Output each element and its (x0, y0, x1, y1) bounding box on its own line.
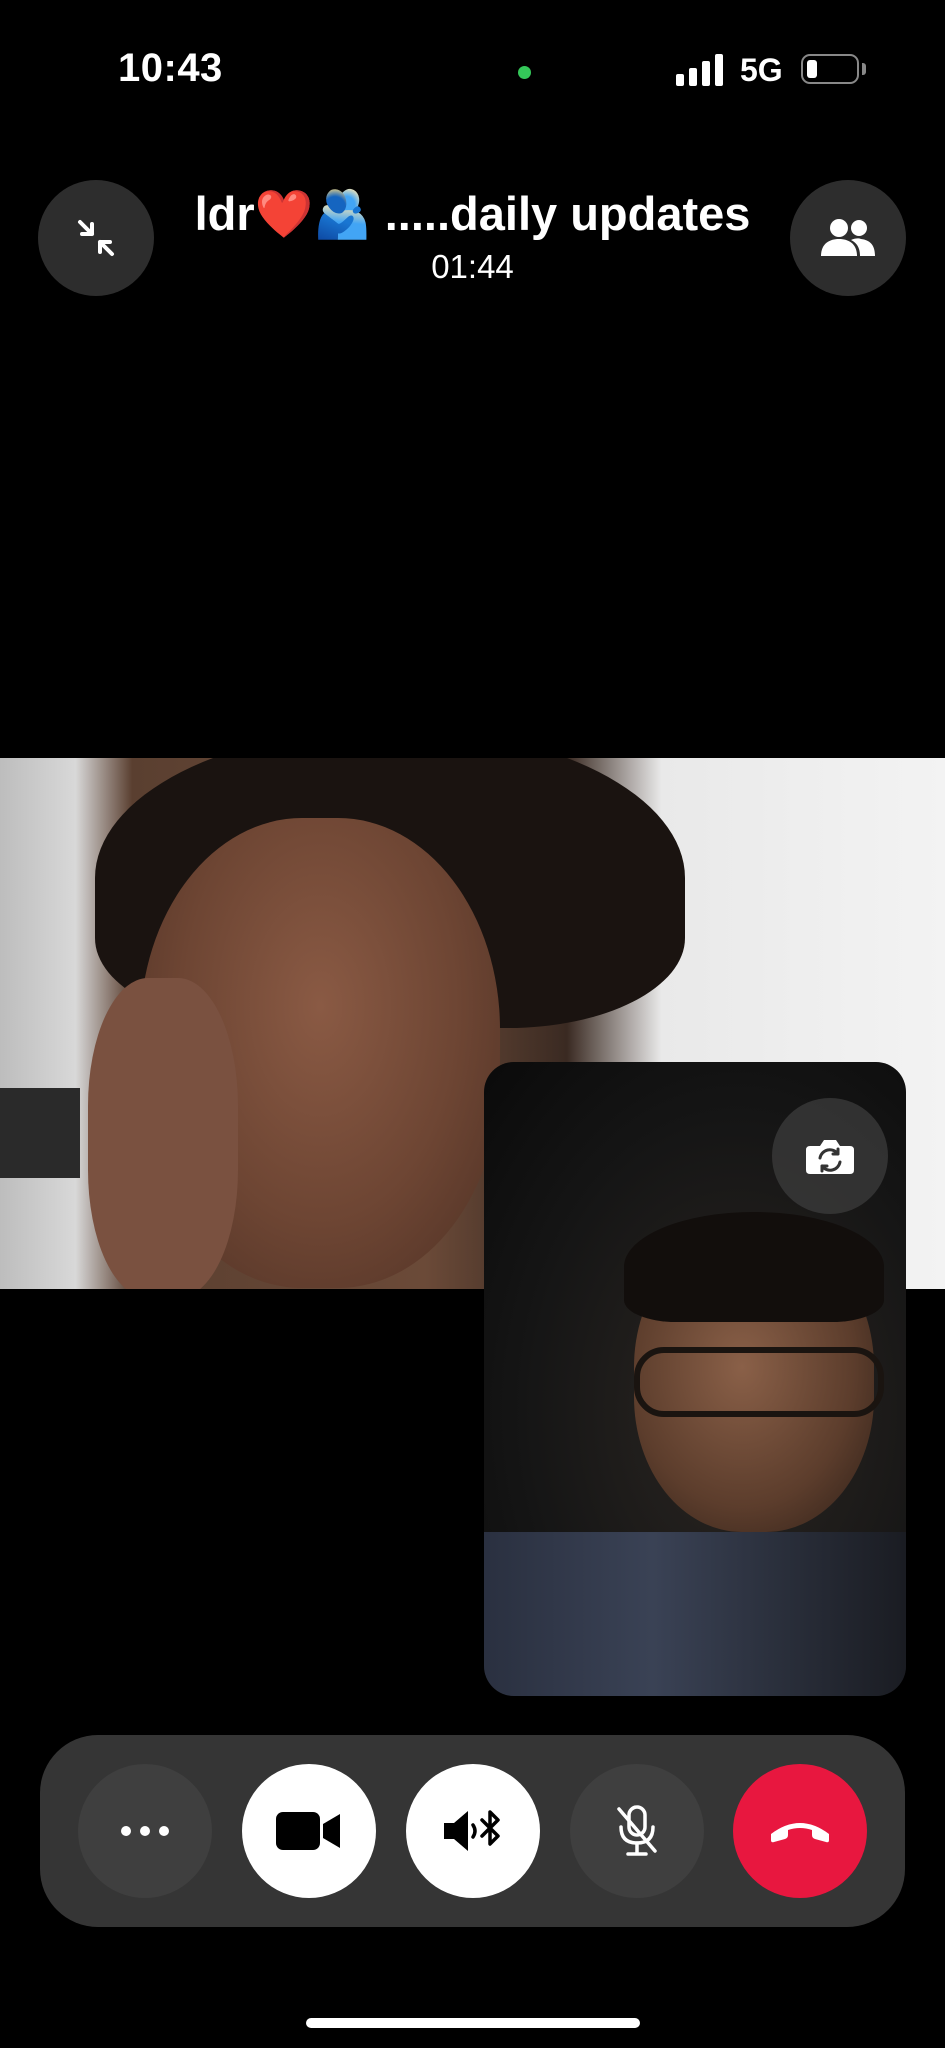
battery-cap (862, 63, 866, 75)
video-toggle-button[interactable] (242, 1764, 376, 1898)
end-call-button[interactable] (733, 1764, 867, 1898)
call-timer: 01:44 (431, 248, 514, 285)
participants-icon (821, 219, 875, 256)
signal-strength-icon (676, 52, 728, 86)
hang-up-icon (771, 1823, 829, 1843)
minimize-button[interactable] (38, 180, 154, 296)
flip-camera-button[interactable] (772, 1098, 888, 1214)
self-person-hair (624, 1212, 884, 1322)
more-icon (121, 1826, 169, 1836)
network-type: 5G (740, 52, 783, 88)
home-indicator[interactable] (306, 2018, 640, 2028)
video-camera-icon (276, 1812, 340, 1850)
status-time: 10:43 (118, 46, 223, 90)
speaker-bluetooth-icon (444, 1810, 500, 1851)
call-title: ldr❤️🫂 .....daily updates (194, 187, 751, 240)
self-view-video[interactable] (484, 1062, 906, 1696)
self-person-shirt (484, 1532, 906, 1696)
self-person-glasses (634, 1347, 884, 1417)
mic-off-icon (617, 1805, 657, 1856)
remote-person-hand (88, 978, 238, 1289)
camera-flip-icon (806, 1140, 854, 1174)
more-options-button[interactable] (78, 1764, 212, 1898)
mic-in-use-indicator (518, 66, 531, 79)
battery-icon (801, 54, 859, 84)
audio-output-button[interactable] (406, 1764, 540, 1898)
remote-video-background-object (0, 1088, 80, 1178)
participants-button[interactable] (790, 180, 906, 296)
mute-button[interactable] (570, 1764, 704, 1898)
minimize-icon (78, 220, 114, 256)
